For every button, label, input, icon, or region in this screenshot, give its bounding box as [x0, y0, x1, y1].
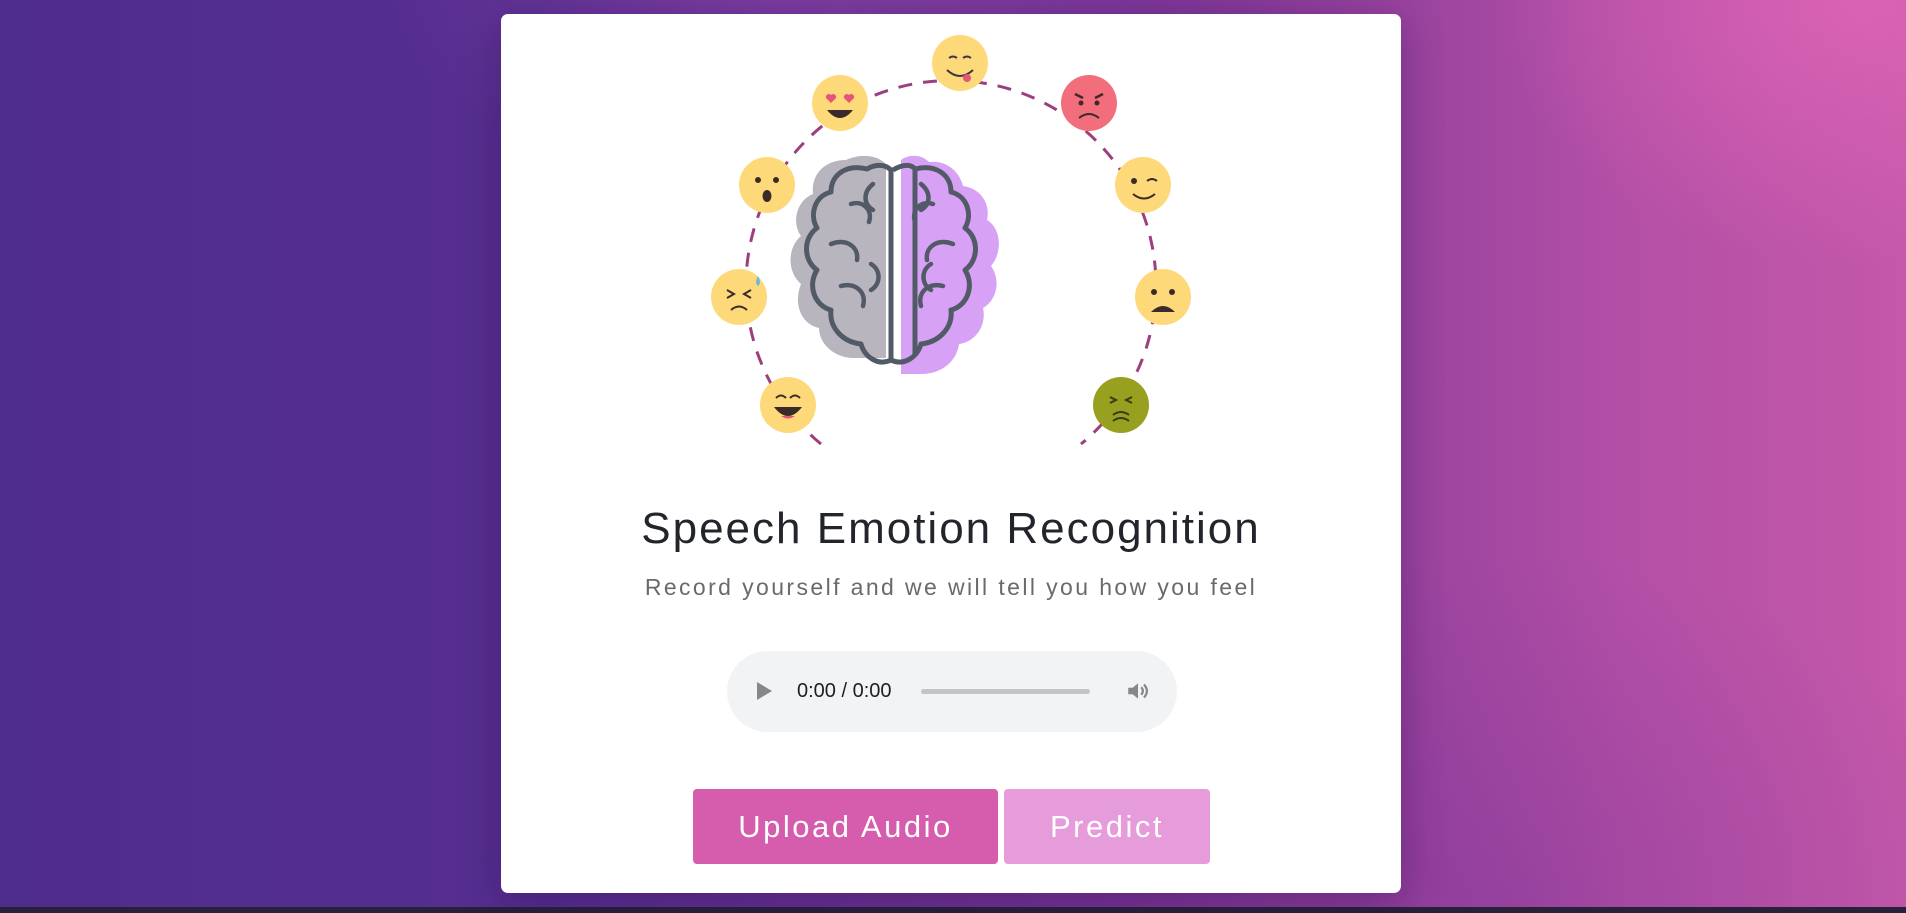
laughing-emoji-icon — [760, 377, 816, 433]
sad-emoji-icon — [1135, 269, 1191, 325]
audio-player[interactable]: 0:00 / 0:00 — [727, 651, 1177, 732]
anxious-emoji-icon — [711, 269, 767, 325]
yum-emoji-icon — [932, 35, 988, 91]
nauseated-emoji-icon — [1093, 377, 1149, 433]
upload-audio-button[interactable]: Upload Audio — [693, 789, 998, 864]
page-subtitle: Record yourself and we will tell you how… — [644, 574, 1258, 600]
play-icon[interactable] — [757, 682, 772, 700]
angry-emoji-icon — [1061, 75, 1117, 131]
wink-emoji-icon — [1115, 157, 1171, 213]
volume-icon[interactable] — [1125, 678, 1151, 704]
time-display: 0:00 / 0:00 — [797, 680, 892, 702]
main-card: Speech Emotion Recognition Record yourse… — [501, 14, 1401, 893]
heart-eyes-emoji-icon — [812, 75, 868, 131]
surprised-emoji-icon — [739, 157, 795, 213]
seek-bar[interactable] — [921, 689, 1090, 694]
taskbar-strip — [0, 907, 1906, 913]
emotion-illustration — [711, 35, 1191, 446]
predict-button[interactable]: Predict — [1004, 789, 1210, 864]
page-title: Speech Emotion Recognition — [641, 504, 1261, 553]
brain-icon — [790, 155, 999, 374]
